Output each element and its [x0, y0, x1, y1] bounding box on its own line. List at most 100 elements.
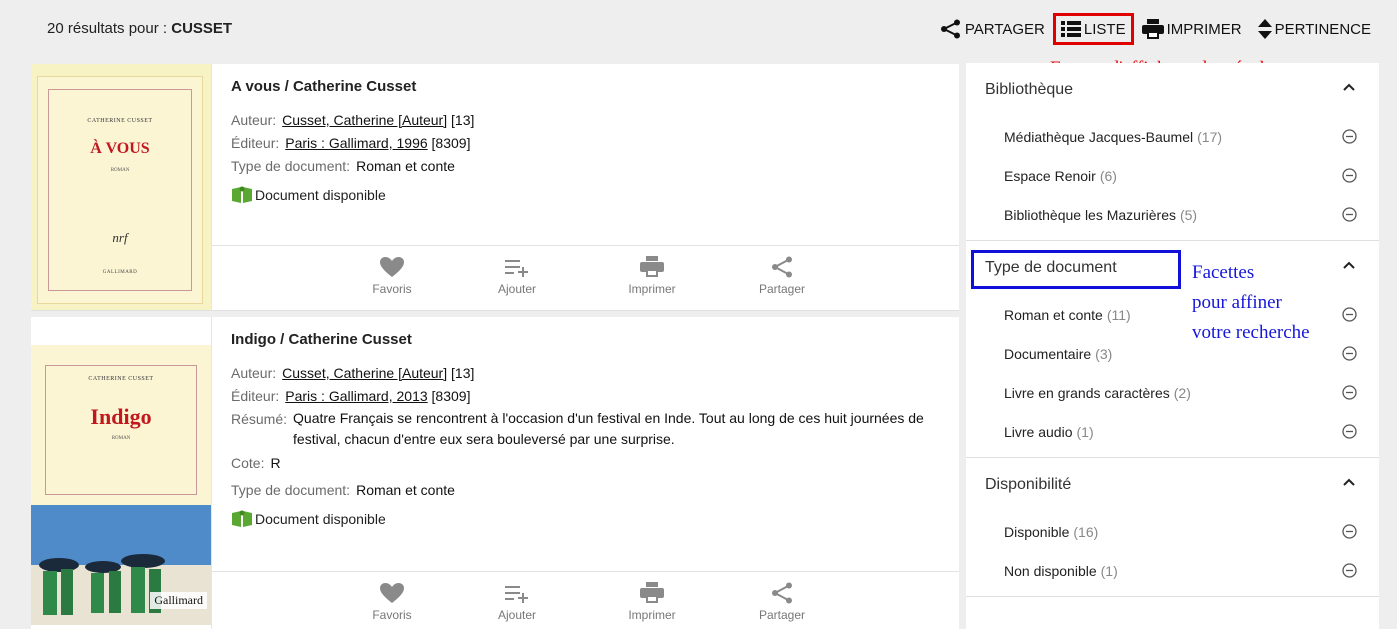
facet-item-label: Bibliothèque les Mazurières [1004, 206, 1176, 223]
remove-circle-icon[interactable] [1342, 346, 1357, 361]
remove-circle-icon[interactable] [1342, 424, 1357, 439]
result-title[interactable]: Indigo / Catherine Cusset [231, 331, 959, 348]
print-label: IMPRIMER [1166, 20, 1242, 38]
annotation-facets-line3: votre recherche [1192, 322, 1310, 343]
add-label: Ajouter [497, 282, 537, 296]
favorite-button[interactable]: Favoris [347, 582, 437, 622]
facet-item[interactable]: Documentaire (3) [966, 334, 1379, 373]
cover-frame: CATHERINE CUSSET À VOUS ROMAN nrf GALLIM… [48, 89, 192, 291]
publisher-label: Éditeur: [231, 135, 280, 151]
facet-title: Disponibilité [985, 476, 1072, 493]
facet-item[interactable]: Médiathèque Jacques-Baumel (17) [966, 117, 1379, 156]
remove-circle-icon[interactable] [1342, 385, 1357, 400]
facet-item-count: (11) [1106, 306, 1131, 323]
facet-item[interactable]: Bibliothèque les Mazurières (5) [966, 195, 1379, 234]
facet-item[interactable]: Roman et conte (11) [966, 295, 1379, 334]
facet-item[interactable]: Livre audio (1) [966, 412, 1379, 451]
sort-icon [1257, 19, 1272, 39]
annotation-facets-line2: pour affiner [1192, 292, 1282, 313]
share-item-label: Partager [758, 282, 806, 296]
availability-text: Document disponible [255, 187, 386, 203]
facet-item-label: Documentaire [1004, 345, 1092, 362]
results-header: 20 résultats pour : CUSSET PARTAGER LIST… [0, 0, 1397, 60]
publisher-link[interactable]: Paris : Gallimard, 2013 [285, 388, 427, 404]
share-icon [940, 19, 960, 39]
remove-circle-icon[interactable] [1342, 129, 1357, 144]
author-link[interactable]: Cusset, Catherine [Auteur] [282, 112, 447, 128]
share-button[interactable]: PARTAGER [932, 12, 1053, 46]
book-cover[interactable]: CATHERINE CUSSET À VOUS ROMAN nrf GALLIM… [31, 64, 211, 310]
facet-item-count: (2) [1173, 384, 1191, 401]
cover-publisher: GALLIMARD [102, 270, 138, 275]
add-button[interactable]: Ajouter [472, 582, 562, 622]
facet-item[interactable]: Espace Renoir (6) [966, 156, 1379, 195]
print-item-button[interactable]: Imprimer [607, 582, 697, 622]
facet-item-count: (1) [1076, 423, 1094, 440]
facet-items: Roman et conte (11) Documentaire (3) Livre… [966, 295, 1379, 457]
summary-label: Résumé: [231, 411, 288, 427]
add-button[interactable]: Ajouter [472, 256, 562, 296]
facet-item-count: (16) [1073, 523, 1099, 540]
card-toolbar: Favoris Ajouter Imprimer Partager [212, 245, 959, 311]
facet-item[interactable]: Non disponible (1) [966, 551, 1379, 590]
facet-item-count: (5) [1179, 206, 1198, 223]
author-label: Auteur: [231, 365, 277, 381]
result-card: CATHERINE CUSSET À VOUS ROMAN nrf GALLIM… [31, 64, 959, 311]
publisher-extra: [8309] [427, 388, 471, 404]
remove-circle-icon[interactable] [1342, 563, 1357, 578]
remove-circle-icon[interactable] [1342, 207, 1357, 222]
cover-publisher: Gallimard [150, 592, 207, 609]
print-icon [640, 582, 664, 603]
facet-item-label: Médiathèque Jacques-Baumel [1004, 128, 1194, 145]
facet-header[interactable]: Type de document [966, 241, 1379, 295]
author-row: Auteur: Cusset, Catherine [Auteur] [13] [231, 362, 959, 385]
doctype-value: Roman et conte [356, 482, 455, 498]
book-cover[interactable]: CATHERINE CUSSET Indigo ROMAN Gallimard [31, 317, 211, 629]
add-label: Ajouter [497, 608, 537, 622]
summary-row: Résumé: Quatre Français se rencontrent à… [231, 408, 959, 450]
facet-items: Médiathèque Jacques-Baumel (17) Espace Re… [966, 117, 1379, 240]
facet-header[interactable]: Disponibilité [966, 458, 1379, 512]
print-button[interactable]: IMPRIMER [1134, 12, 1250, 46]
result-title[interactable]: A vous / Catherine Cusset [231, 78, 959, 95]
share-item-label: Partager [758, 608, 806, 622]
facet-title: Bibliothèque [985, 81, 1074, 98]
facet-item-count: (3) [1095, 345, 1113, 362]
cover-subtitle: ROMAN [110, 168, 130, 173]
sort-button[interactable]: PERTINENCE [1250, 12, 1379, 46]
card-info: A vous / Catherine Cusset Auteur: Cusset… [212, 64, 959, 245]
doctype-label: Type de document: [231, 158, 351, 174]
facet-item-label: Espace Renoir [1004, 167, 1096, 184]
cote-label: Cote: [231, 455, 265, 471]
remove-circle-icon[interactable] [1342, 524, 1357, 539]
doctype-value: Roman et conte [356, 158, 455, 174]
share-icon [772, 582, 792, 604]
publisher-link[interactable]: Paris : Gallimard, 1996 [285, 135, 427, 151]
facet-title: Type de document [985, 259, 1117, 276]
facet-item[interactable]: Disponible (16) [966, 512, 1379, 551]
card-info: Indigo / Catherine Cusset Auteur: Cusset… [212, 317, 959, 571]
cote-value: R [270, 455, 281, 471]
print-item-button[interactable]: Imprimer [607, 256, 697, 296]
list-view-button[interactable]: LISTE [1052, 13, 1134, 45]
facet-item-count: (6) [1099, 167, 1117, 184]
facet-item-label: Livre audio [1004, 423, 1073, 440]
result-card: CATHERINE CUSSET Indigo ROMAN Gallimard … [31, 317, 959, 629]
facet-type-document: Type de document Roman et conte (11) Docu… [966, 241, 1379, 458]
results-list: CATHERINE CUSSET À VOUS ROMAN nrf GALLIM… [31, 64, 959, 629]
author-link[interactable]: Cusset, Catherine [Auteur] [282, 365, 447, 381]
facet-item-label: Roman et conte [1004, 306, 1103, 323]
share-item-button[interactable]: Partager [737, 256, 827, 296]
facet-header[interactable]: Bibliothèque [966, 63, 1379, 117]
facet-item-label: Livre en grands caractères [1004, 384, 1170, 401]
book-open-icon [232, 510, 252, 527]
card-toolbar: Favoris Ajouter Imprimer Partager [212, 571, 959, 629]
author-label: Auteur: [231, 112, 277, 128]
doctype-row: Type de document: Roman et conte [231, 479, 959, 502]
facet-item-label: Non disponible [1004, 562, 1097, 579]
share-item-button[interactable]: Partager [737, 582, 827, 622]
facet-item[interactable]: Livre en grands caractères (2) [966, 373, 1379, 412]
remove-circle-icon[interactable] [1342, 307, 1357, 322]
favorite-button[interactable]: Favoris [347, 256, 437, 296]
remove-circle-icon[interactable] [1342, 168, 1357, 183]
